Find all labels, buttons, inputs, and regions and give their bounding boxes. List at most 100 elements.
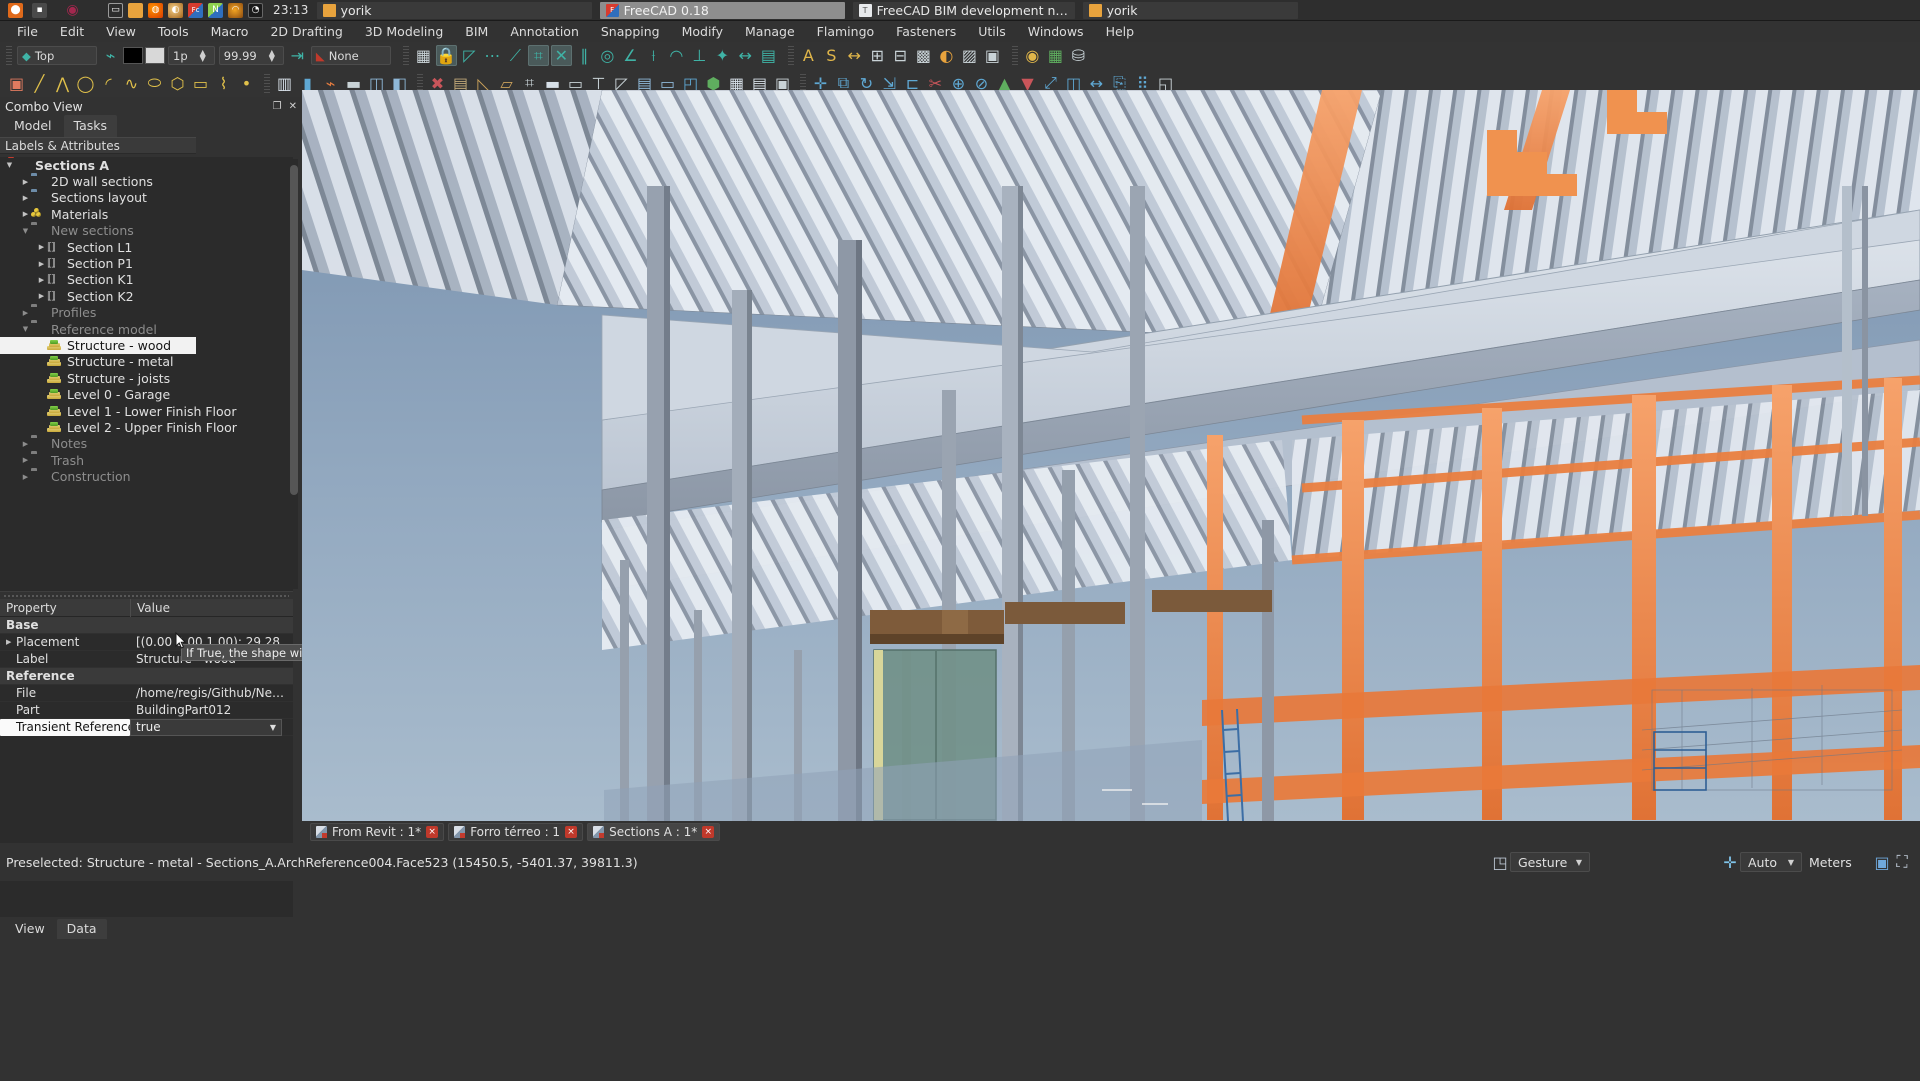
snap-special-icon[interactable]: ✦ xyxy=(712,45,733,66)
tree-item-notes[interactable]: ▶ Notes xyxy=(0,436,293,452)
menu-view[interactable]: View xyxy=(95,22,147,41)
snap-endpoint-icon[interactable]: ◸ xyxy=(459,45,480,66)
snap-grid-icon[interactable]: ⌗ xyxy=(527,45,549,66)
axis-system-icon[interactable]: ⊟ xyxy=(890,45,911,66)
tab-model[interactable]: Model xyxy=(4,115,62,137)
property-row-part[interactable]: Part BuildingPart012 xyxy=(0,702,293,719)
face-color-swatch[interactable] xyxy=(145,47,165,64)
menu-snapping[interactable]: Snapping xyxy=(590,22,671,41)
line-icon[interactable]: ╱ xyxy=(29,73,50,94)
doc-tab-from-revit[interactable]: From Revit : 1* × xyxy=(310,823,445,841)
rectangle-icon[interactable]: ▭ xyxy=(190,73,211,94)
material-manager-icon[interactable]: ◉ xyxy=(1022,45,1043,66)
tab-view[interactable]: View xyxy=(5,919,55,939)
snap-parallel-icon[interactable]: ∥ xyxy=(574,45,595,66)
chevron-right-icon[interactable]: ▶ xyxy=(36,260,47,268)
taskbar-window-yorik-1[interactable]: yorik xyxy=(316,1,592,19)
dimension-icon[interactable]: ↔ xyxy=(844,45,865,66)
tree-column-header-labels[interactable]: Labels & Attributes xyxy=(0,137,196,154)
debian-icon[interactable]: ◉ xyxy=(65,2,80,18)
model-tree[interactable]: ▼ Sections A ▶ 2D wall sections ▶ Sections la… xyxy=(0,157,293,591)
inkscape-icon[interactable]: N xyxy=(208,2,223,18)
tree-scrollbar-thumb[interactable] xyxy=(290,165,298,495)
axis-icon[interactable]: ⊞ xyxy=(867,45,888,66)
fullscreen-icon[interactable]: ⛶ xyxy=(1892,852,1912,871)
chevron-right-icon[interactable]: ▶ xyxy=(20,178,31,186)
arc-icon[interactable]: ◜ xyxy=(98,73,119,94)
property-column-header[interactable]: Property xyxy=(0,601,130,615)
taskbar-window-news[interactable]: T FreeCAD BIM development news - Jan... xyxy=(852,1,1075,19)
tree-item-level-2-upper-finish-floor[interactable]: Level 2 - Upper Finish Floor xyxy=(0,419,293,435)
chevron-right-icon[interactable]: ▶ xyxy=(20,456,31,464)
snap-center-icon[interactable]: ◎ xyxy=(597,45,618,66)
spreadsheet-icon[interactable]: ▦ xyxy=(1045,45,1066,66)
krita-icon[interactable]: ◔ xyxy=(248,2,263,18)
snap-angle-icon[interactable]: ∠ xyxy=(620,45,641,66)
snap-extension-icon[interactable]: ⟊ xyxy=(643,45,664,66)
snap-ortho-icon[interactable]: ⊥ xyxy=(689,45,710,66)
tree-item-2d-wall-sections[interactable]: ▶ 2D wall sections xyxy=(0,173,293,189)
close-icon[interactable]: × xyxy=(426,826,439,838)
files-icon[interactable] xyxy=(128,2,143,18)
toolbar-grip[interactable] xyxy=(6,46,12,65)
menu-3d-modeling[interactable]: 3D Modeling xyxy=(354,22,454,41)
3d-viewport[interactable] xyxy=(302,90,1920,821)
bspline-icon[interactable]: ⌇ xyxy=(213,73,234,94)
polyline-icon[interactable]: ⋀ xyxy=(52,73,73,94)
tree-item-reference-model[interactable]: ▼ Reference model xyxy=(0,321,293,337)
tab-tasks[interactable]: Tasks xyxy=(63,115,118,137)
doc-tab-forro-terreo[interactable]: Forro térreo : 1 × xyxy=(448,823,584,841)
units-label-wrap[interactable]: Meters xyxy=(1802,852,1872,872)
firefox-icon[interactable]: ◍ xyxy=(148,2,163,18)
wall-icon[interactable]: ▥ xyxy=(274,73,295,94)
value-column-header[interactable]: Value xyxy=(130,598,293,617)
doc-tab-sections-a[interactable]: Sections A : 1* × xyxy=(587,823,721,841)
menu-fasteners[interactable]: Fasteners xyxy=(885,22,967,41)
menu-manage[interactable]: Manage xyxy=(734,22,806,41)
tree-item-structure-joists[interactable]: Structure - joists xyxy=(0,370,293,386)
chevron-down-icon[interactable]: ▼ xyxy=(20,227,31,235)
stepper-arrows-icon[interactable]: ▲ ▼ xyxy=(261,48,283,62)
chevron-right-icon[interactable]: ▶ xyxy=(36,243,47,251)
section-plane-icon[interactable]: ◐ xyxy=(936,45,957,66)
snap-midpoint-icon[interactable]: ⋯ xyxy=(482,45,503,66)
tree-item-sections-layout[interactable]: ▶ Sections layout xyxy=(0,190,293,206)
chevron-down-icon[interactable]: ▼ xyxy=(20,325,31,333)
shape-string-icon[interactable]: S xyxy=(821,45,842,66)
circle-icon[interactable]: ◯ xyxy=(75,73,96,94)
menu-file[interactable]: File xyxy=(6,22,49,41)
minimize-icon[interactable]: ▪ xyxy=(32,2,47,18)
tree-item-structure-metal[interactable]: Structure - metal xyxy=(0,354,293,370)
toolbar-grip[interactable] xyxy=(264,73,270,93)
close-icon[interactable]: × xyxy=(565,826,578,838)
chevron-right-icon[interactable]: ▶ xyxy=(20,194,31,202)
tree-item-materials[interactable]: ▶ Materials xyxy=(0,206,293,222)
snap-dimension-icon[interactable]: ↔ xyxy=(735,45,756,66)
ellipse-icon[interactable]: ⬭ xyxy=(144,73,165,94)
grid-icon[interactable]: ▦ xyxy=(413,45,434,66)
terminal-icon[interactable]: ▭ xyxy=(108,2,123,18)
close-icon[interactable]: ✕ xyxy=(289,101,297,112)
chevron-right-icon[interactable]: ▶ xyxy=(20,210,31,218)
chevron-right-icon[interactable]: ▶ xyxy=(20,309,31,317)
point-icon[interactable]: • xyxy=(236,73,257,94)
freecad-icon[interactable]: Fc xyxy=(188,2,203,18)
chevron-right-icon[interactable]: ▶ xyxy=(36,292,47,300)
menu-edit[interactable]: Edit xyxy=(49,22,95,41)
toolbar-grip[interactable] xyxy=(402,46,409,65)
page-icon[interactable]: ▣ xyxy=(982,45,1003,66)
tab-data[interactable]: Data xyxy=(56,919,107,939)
chevron-right-icon[interactable]: ▶ xyxy=(20,473,31,481)
property-row-transient-reference[interactable]: Transient Reference true ▼ xyxy=(0,718,293,736)
tree-item-section-p1[interactable]: ▶ ⟦⟧ Section P1 xyxy=(0,255,293,271)
transient-reference-combo[interactable]: true ▼ xyxy=(130,718,282,736)
taskbar-window-yorik-2[interactable]: yorik xyxy=(1082,1,1298,19)
line-width-stepper[interactable]: 1p ▲ ▼ xyxy=(168,46,215,65)
navigation-style-selector[interactable]: Gesture ▼ xyxy=(1510,852,1590,872)
menu-2d-drafting[interactable]: 2D Drafting xyxy=(259,22,353,41)
tree-item-construction[interactable]: ▶ Construction xyxy=(0,468,293,484)
line-color-swatch[interactable] xyxy=(123,47,143,64)
menu-bim[interactable]: BIM xyxy=(454,22,499,41)
apply-style-icon[interactable]: ⇥ xyxy=(287,45,308,66)
snap-lock-icon[interactable]: 🔒 xyxy=(435,45,457,66)
